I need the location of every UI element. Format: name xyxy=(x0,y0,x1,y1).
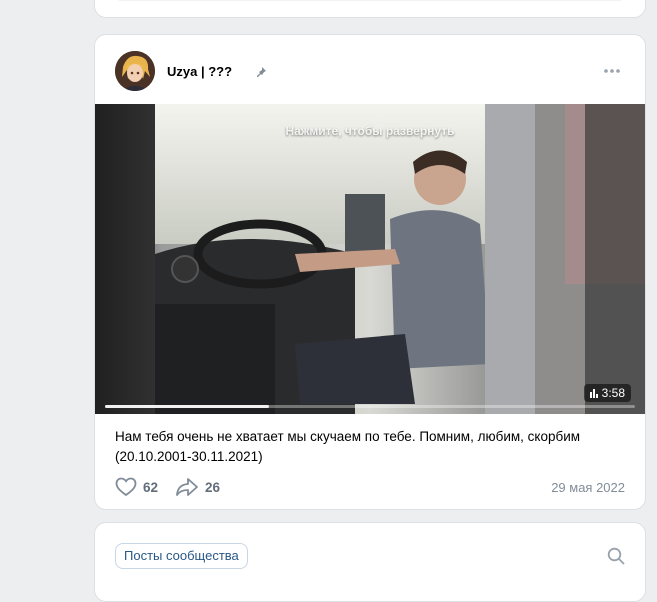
like-button[interactable]: 62 xyxy=(115,477,158,497)
previous-post-card xyxy=(94,0,646,18)
share-count: 26 xyxy=(205,479,221,495)
share-icon xyxy=(176,478,198,496)
post-card: Uzya | ??? Нажмите, чтобы развернуть 3:5… xyxy=(94,34,646,510)
expand-hint[interactable]: Нажмите, чтобы развернуть xyxy=(95,124,645,138)
post-author[interactable]: Uzya | ??? xyxy=(167,64,232,79)
post-text: Нам тебя очень не хватает мы скучаем по … xyxy=(115,427,627,467)
video-progress-bar[interactable] xyxy=(105,405,635,408)
post-text-line: Нам тебя очень не хватает мы скучаем по … xyxy=(115,429,581,444)
video-progress-fill xyxy=(105,405,270,408)
share-button[interactable]: 26 xyxy=(175,477,220,497)
community-posts-card: Посты сообщества xyxy=(94,522,646,602)
duration-text: 3:58 xyxy=(601,386,625,400)
video-duration: 3:58 xyxy=(583,384,631,402)
video-player[interactable]: Нажмите, чтобы развернуть 3:58 xyxy=(95,104,645,414)
more-icon[interactable] xyxy=(603,63,621,79)
previous-post-footer xyxy=(115,0,625,1)
avatar[interactable] xyxy=(115,51,155,91)
like-count: 62 xyxy=(143,479,159,495)
post-date[interactable]: 29 мая 2022 xyxy=(551,480,625,495)
video-thumbnail xyxy=(95,104,645,414)
heart-icon xyxy=(115,477,137,497)
pin-icon xyxy=(257,67,266,77)
tab-community-posts[interactable]: Посты сообщества xyxy=(115,543,248,569)
post-header: Uzya | ??? xyxy=(115,51,629,91)
search-icon[interactable] xyxy=(607,547,625,565)
post-text-line: (20.10.2001-30.11.2021) xyxy=(115,449,263,464)
post-actions: 62 26 29 мая 2022 xyxy=(115,477,625,501)
video-bars-icon xyxy=(589,388,598,398)
